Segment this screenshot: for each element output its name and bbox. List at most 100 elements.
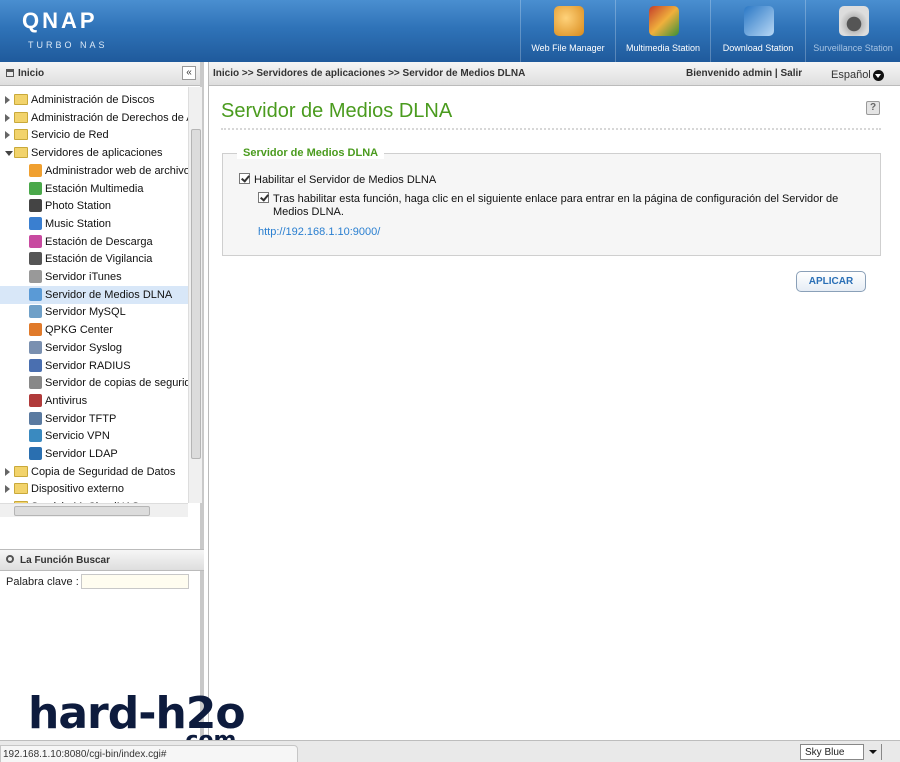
folder-icon [14,94,28,105]
tree-folder[interactable]: Servidores de aplicaciones [0,144,188,162]
surveillance-station-icon [839,6,869,36]
help-button[interactable]: ? [866,101,880,115]
app-icon [29,411,42,425]
scroll-thumb[interactable] [191,129,201,459]
app-icon [29,287,42,301]
tree-item-label: Servidor Syslog [45,341,123,354]
tree-item-label: Music Station [45,217,112,230]
tree-item[interactable]: Servidor LDAP [0,445,188,463]
tree-item-label: Servicio VPN [45,430,110,443]
tree-horizontal-scrollbar[interactable] [0,503,188,517]
breadcrumb[interactable]: Inicio >> Servidores de aplicaciones >> … [213,68,525,79]
tree-item[interactable]: Estación de Descarga [0,233,188,251]
tree-folder[interactable]: Servicio de Red [0,126,188,144]
search-panel-title: La Función Buscar [20,555,111,566]
tree-item[interactable]: Servidor de copias de seguridad [0,374,188,392]
collapsed-arrow-icon[interactable] [5,485,10,494]
tree-item-label: Servidores de aplicaciones [31,147,163,160]
sidebar: Inicio « Administración de Discos Adminis… [0,62,204,740]
chevron-down-icon[interactable] [873,70,884,81]
home-icon [6,69,14,77]
tree-folder[interactable]: Dispositivo externo [0,480,188,498]
keyword-label: Palabra clave : [6,576,79,588]
scroll-thumb[interactable] [14,506,150,516]
collapsed-arrow-icon[interactable] [5,113,10,122]
tree-item[interactable]: Administrador web de archivos [0,162,188,180]
app-icon [29,393,42,407]
tree-item[interactable]: Estación de Vigilancia [0,250,188,268]
app-icon [29,234,42,248]
web-file-manager-button[interactable]: Web File Manager [520,0,615,62]
tree-item-label: Antivirus [45,394,88,407]
tree-item[interactable]: Servidor MySQL [0,303,188,321]
info-checkbox[interactable] [258,192,269,203]
enable-dlna-checkbox[interactable] [239,173,250,184]
welcome-logout-link[interactable]: Bienvenido admin | Salir [686,68,802,79]
tree-item[interactable]: Servidor TFTP [0,410,188,428]
tree-item-label: Servidor MySQL [45,306,126,319]
app-icon [29,447,42,460]
app-icon [29,358,42,372]
info-text: Tras habilitar esta función, haga clic e… [273,193,839,218]
tree-item[interactable]: Estación Multimedia [0,180,188,198]
tree-folder[interactable]: Administración de Discos [0,91,188,109]
folder-icon [14,111,28,123]
tree-item-label: Administración de Derechos de Ac [31,111,188,124]
app-icon [29,323,42,337]
app-label: Multimedia Station [625,43,701,53]
tree-item[interactable]: Antivirus [0,392,188,410]
tree-item-label: Servidor RADIUS [45,359,131,372]
app-label: Download Station [722,43,794,53]
app-icon [29,199,42,213]
apply-button[interactable]: APLICAR [796,271,866,292]
app-icon [29,181,42,195]
tree-item-label: QPKG Center [45,324,113,337]
expanded-arrow-icon[interactable] [5,151,13,157]
tree-folder[interactable]: Administración de Derechos de Ac [0,109,188,127]
collapsed-arrow-icon[interactable] [5,131,10,140]
tree-item[interactable]: Music Station [0,215,188,233]
tree-item[interactable]: Servicio VPN [0,427,188,445]
folder-icon [14,483,28,495]
breadcrumb-bar: Inicio >> Servidores de aplicaciones >> … [209,62,900,86]
collapse-sidebar-button[interactable]: « [182,66,196,80]
enable-dlna-label: Habilitar el Servidor de Medios DLNA [254,174,437,186]
tree-item[interactable]: Servidor Syslog [0,339,188,357]
folder-icon [14,147,28,159]
collapsed-arrow-icon[interactable] [5,467,10,476]
app-launcher: Web File Manager Multimedia Station Down… [520,0,900,62]
dlna-config-link[interactable]: http://192.168.1.10:9000/ [258,226,380,238]
tree-item[interactable]: Photo Station [0,197,188,215]
tree-item[interactable]: QPKG Center [0,321,188,339]
tree-item[interactable]: Servidor de Medios DLNA [0,285,188,304]
main-panel: Inicio >> Servidores de aplicaciones >> … [208,62,900,740]
sidebar-title: Inicio [18,68,45,79]
navigation-tree: Administración de Discos Administración d… [0,87,188,503]
dlna-settings-group: Servidor de Medios DLNA Habilitar el Ser… [222,147,881,256]
chevron-down-icon[interactable] [863,744,881,760]
app-icon [29,429,42,443]
keyword-input[interactable] [81,574,189,589]
language-selector[interactable]: Español [831,69,871,81]
tree-folder[interactable]: Copia de Seguridad de Datos [0,463,188,481]
group-legend: Servidor de Medios DLNA [237,147,385,159]
multimedia-station-icon [649,6,679,36]
surveillance-station-button[interactable]: Surveillance Station [805,0,900,62]
tree-item-label: Estación de Descarga [45,235,153,248]
tree-item-label: Photo Station [45,200,112,213]
qnap-logo: QNAP [22,8,98,33]
multimedia-station-button[interactable]: Multimedia Station [615,0,710,62]
tree-item[interactable]: Servidor iTunes [0,268,188,286]
page-title: Servidor de Medios DLNA [221,100,453,122]
app-icon [29,252,42,266]
status-url: 192.168.1.10:8080/cgi-bin/index.cgi# [0,745,298,762]
tree-item-label: Copia de Seguridad de Datos [31,465,176,478]
tree-item-label: Servidor de Medios DLNA [45,288,173,301]
app-icon [29,216,42,230]
tree-item[interactable]: Servidor RADIUS [0,357,188,375]
browser-status-bar: 192.168.1.10:8080/cgi-bin/index.cgi# Sky… [0,740,900,762]
download-station-button[interactable]: Download Station [710,0,805,62]
app-icon [29,270,42,283]
tree-vertical-scrollbar[interactable] [188,87,202,503]
collapsed-arrow-icon[interactable] [5,96,10,104]
